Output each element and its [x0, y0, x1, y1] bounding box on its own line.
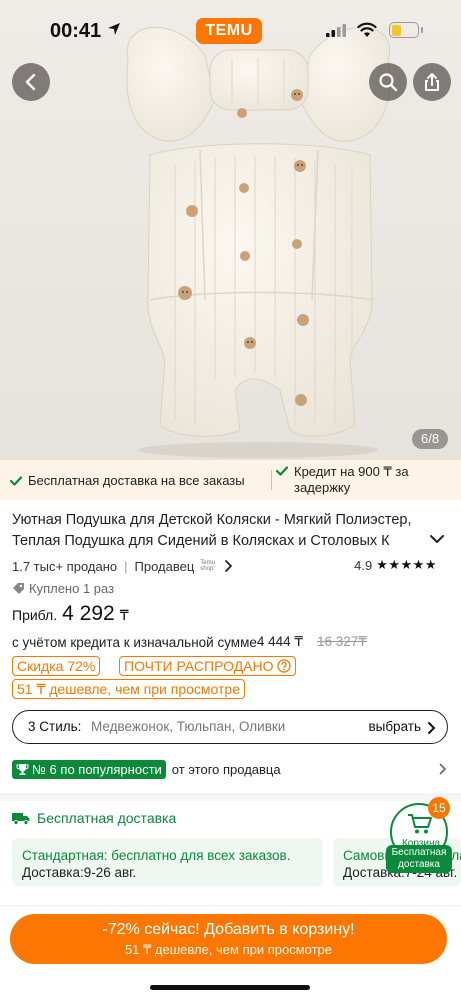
share-icon [425, 73, 439, 91]
cart-free-shipping-badge: Бесплатная доставка [386, 845, 452, 873]
clock: 00:41 [50, 20, 102, 42]
shipping-title: Бесплатная доставка [12, 810, 176, 826]
ranking-text: № 6 по популярности [32, 761, 162, 777]
credit-text: с учётом кредита к изначальной сумме [12, 634, 257, 650]
almost-sold-out-tag[interactable]: ПОЧТИ РАСПРОДАНО [119, 656, 296, 676]
chevron-right-icon[interactable] [224, 559, 234, 573]
signal-icon [326, 24, 346, 37]
sold-count: 1.7 тыс+ продано [12, 558, 118, 574]
price-row: Прибл. 4 292 ₸ [12, 602, 129, 626]
popularity-ranking[interactable]: № 6 по популярности от этого продавца [12, 759, 449, 779]
free-shipping-promo: Бесплатная доставка на все заказы [10, 473, 245, 488]
seller-logo[interactable]: Temu shop [200, 560, 220, 572]
add-to-cart-button[interactable]: -72% сейчас! Добавить в корзину! 51 ₸ де… [10, 914, 447, 964]
product-title-line2: Теплая Подушка для Сидений в Колясках и … [12, 533, 390, 549]
credit-promo-text: Кредит на 900 ₸ за задержку [294, 464, 409, 495]
home-indicator [150, 985, 310, 990]
ranking-badge: № 6 по популярности [12, 759, 166, 779]
sales-seller-row: 1.7 тыс+ продано | Продавец Temu shop 4.… [12, 557, 437, 574]
shipping-option-standard[interactable]: Стандартная: бесплатно для всех заказов.… [12, 838, 323, 886]
cheaper-tag: 51 ₸ дешевле, чем при просмотре [12, 679, 245, 699]
product-title[interactable]: Уютная Подушка для Детской Коляски - Мяг… [12, 510, 432, 552]
trophy-icon [16, 763, 29, 775]
style-select-action: выбрать [368, 719, 421, 734]
search-icon [379, 73, 398, 92]
rating[interactable]: 4.9 ★★★★★ [354, 557, 437, 573]
cart-icon [408, 814, 432, 834]
shipping-title-text: Бесплатная доставка [37, 810, 177, 826]
promo-strip[interactable]: Бесплатная доставка на все заказы Кредит… [0, 460, 461, 500]
add-to-cart-sublabel: 51 ₸ дешевле, чем при просмотре [124, 942, 333, 957]
style-label: 3 Стиль: [28, 719, 82, 734]
back-button[interactable] [12, 63, 50, 101]
discount-tag: Скидка 72% [12, 656, 101, 676]
cart-count-badge: 15 [428, 797, 450, 819]
credit-amount: 4 444 ₸ [256, 634, 304, 649]
ranking-from: от этого продавца [171, 761, 281, 777]
product-title-line1: Уютная Подушка для Детской Коляски - Мяг… [12, 512, 412, 528]
shipping-standard-line2: Доставка:9-26 авг. [22, 865, 137, 880]
product-image-gallery[interactable]: 00:41 TEMU 6/8 [0, 0, 461, 460]
rating-value: 4.9 [354, 557, 373, 573]
image-counter: 6/8 [412, 429, 449, 449]
chevron-right-icon [439, 763, 446, 775]
wifi-icon [357, 22, 377, 37]
price-currency: ₸ [119, 607, 129, 623]
tag-icon [13, 583, 24, 594]
rating-stars: ★★★★★ [376, 557, 437, 572]
bought-text: Куплено 1 раз [29, 581, 115, 596]
truck-icon [12, 812, 30, 825]
seller-link[interactable]: Продавец [135, 559, 195, 574]
check-icon [10, 475, 22, 486]
question-icon [276, 659, 291, 673]
shipping-standard-line1: Стандартная: бесплатно для всех заказов. [22, 848, 291, 863]
almost-sold-out-text: ПОЧТИ РАСПРОДАНО [124, 658, 274, 674]
free-shipping-text: Бесплатная доставка на все заказы [28, 473, 245, 488]
price-value: 4 292 [62, 602, 115, 625]
temu-logo: TEMU [196, 18, 262, 44]
check-icon [276, 466, 288, 476]
chevron-right-icon [428, 722, 435, 734]
purchase-history: Куплено 1 раз [12, 581, 114, 596]
style-options: Медвежонок, Тюльпан, Оливки [91, 719, 286, 734]
credit-promo: Кредит на 900 ₸ за задержку [276, 464, 456, 496]
search-button[interactable] [369, 63, 407, 101]
back-arrow-icon [25, 73, 36, 91]
promo-divider [271, 470, 272, 490]
status-bar: 00:41 TEMU [0, 0, 461, 60]
chevron-down-icon[interactable] [429, 534, 445, 544]
battery-icon [389, 22, 419, 38]
style-selector[interactable]: 3 Стиль: Медвежонок, Тюльпан, Оливки выб… [12, 710, 448, 744]
location-arrow-icon [108, 23, 120, 35]
price-prefix: Прибл. [12, 607, 58, 623]
original-price: 16 327₸ [317, 634, 367, 649]
share-button[interactable] [413, 63, 451, 101]
add-to-cart-label: -72% сейчас! Добавить в корзину! [102, 921, 355, 938]
credit-row: с учётом кредита к изначальной сумме 4 4… [12, 634, 367, 650]
